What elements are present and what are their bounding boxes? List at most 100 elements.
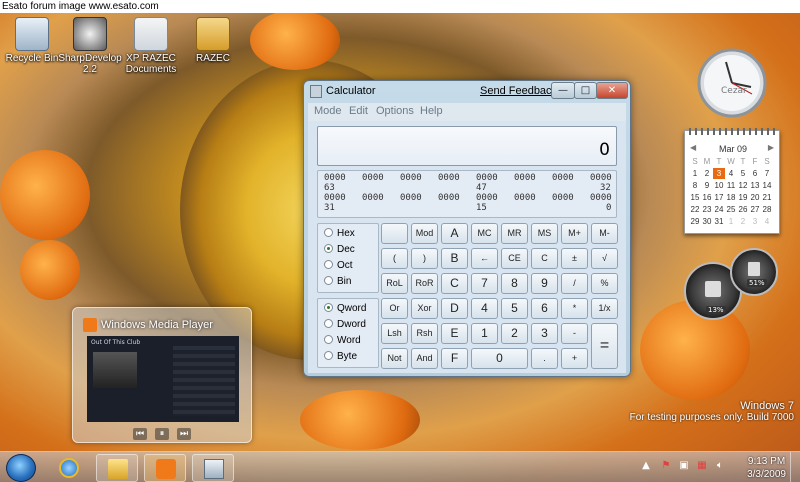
key-d-button[interactable]: D [441,298,468,319]
bit-group[interactable]: 0000 [324,173,346,183]
taskbar-clock[interactable]: 9:13 PM 3/3/2009 [747,455,786,481]
radio-dec[interactable]: Dec [324,244,355,255]
key-not-button[interactable]: Not [381,348,408,369]
key-c-button[interactable]: C [531,248,558,269]
key-rsh-button[interactable]: Rsh [411,323,438,344]
key-c-button[interactable]: C [441,273,468,294]
key-ce-button[interactable]: CE [501,248,528,269]
device-icon[interactable]: ▣ [678,460,690,472]
key-multiply-button[interactable]: * [561,298,588,319]
bit-group[interactable]: 0000 [514,173,536,183]
calendar-day[interactable]: 30 [701,216,713,227]
key-0-button[interactable]: 0 [471,348,528,369]
key-9-button[interactable]: 9 [531,273,558,294]
bit-group[interactable]: 0000 [476,173,498,183]
key-5-button[interactable]: 5 [501,298,528,319]
key-plus-button[interactable]: + [561,348,588,369]
key-xor-button[interactable]: Xor [411,298,438,319]
bit-group[interactable]: 0000 [362,173,384,183]
key-blank-button[interactable] [381,223,408,244]
key-mc-button[interactable]: MC [471,223,498,244]
memory-meter[interactable]: 51% [730,248,778,296]
bit-group[interactable]: 0000 [590,173,612,183]
key-1-button[interactable]: 1 [471,323,498,344]
bit-group[interactable]: 0000 [514,193,536,203]
next-track-button[interactable]: ⏭ [177,428,191,440]
radio-byte[interactable]: Byte [324,351,357,362]
desktop-icon-razec[interactable]: RAZEC [180,17,246,64]
taskbar-internet-explorer[interactable] [48,454,90,482]
taskbar-windows-explorer[interactable] [96,454,138,482]
start-button[interactable] [6,454,36,482]
key-rparen-button[interactable]: ) [411,248,438,269]
media-player-preview[interactable]: Windows Media Player Out Of This Club ⏮ … [72,307,252,443]
key-equals-button[interactable]: = [591,323,618,369]
volume-icon[interactable]: 🔈︎ [714,460,726,472]
calendar-day[interactable]: 2 [737,216,749,227]
minimize-button[interactable]: — [551,82,575,99]
calendar-day[interactable]: 2 [701,168,713,179]
calendar-day[interactable]: 21 [761,192,773,203]
bit-group[interactable]: 0000 [476,193,498,203]
key-mminus-button[interactable]: M- [591,223,618,244]
key-ms-button[interactable]: MS [531,223,558,244]
calendar-day[interactable]: 22 [689,204,701,215]
key-lparen-button[interactable]: ( [381,248,408,269]
bit-group[interactable]: 0000 [552,173,574,183]
key-8-button[interactable]: 8 [501,273,528,294]
key-b-button[interactable]: B [441,248,468,269]
taskbar-media-player[interactable] [144,454,186,482]
radio-hex[interactable]: Hex [324,228,355,239]
key-7-button[interactable]: 7 [471,273,498,294]
key-percent-button[interactable]: % [591,273,618,294]
pause-button[interactable]: ⏸ [155,428,169,440]
key-divide-button[interactable]: / [561,273,588,294]
key-plusminus-button[interactable]: ± [561,248,588,269]
radio-dword[interactable]: Dword [324,319,366,330]
menu-options[interactable]: Options [376,105,414,117]
calendar-day[interactable]: 26 [737,204,749,215]
calendar-day[interactable]: 7 [761,168,773,179]
calendar-day[interactable]: 3 [713,168,725,179]
radio-bin[interactable]: Bin [324,276,351,287]
desktop-icon-recycle-bin[interactable]: Recycle Bin [0,17,65,64]
calendar-day[interactable]: 9 [701,180,713,191]
calendar-day[interactable]: 8 [689,180,701,191]
bit-group[interactable]: 0000 [590,193,612,203]
calendar-day[interactable]: 11 [725,180,737,191]
key-2-button[interactable]: 2 [501,323,528,344]
key-mplus-button[interactable]: M+ [561,223,588,244]
key-f-button[interactable]: F [441,348,468,369]
calendar-day[interactable]: 4 [761,216,773,227]
key-decimal-button[interactable]: . [531,348,558,369]
desktop-icon-xp-razec-documents[interactable]: XP RAZEC Documents [118,17,184,75]
key-minus-button[interactable]: - [561,323,588,344]
calendar-day[interactable]: 15 [689,192,701,203]
calendar-day[interactable]: 5 [737,168,749,179]
calendar-day[interactable]: 6 [749,168,761,179]
key-mod-button[interactable]: Mod [411,223,438,244]
calendar-day[interactable]: 1 [725,216,737,227]
bit-group[interactable]: 0000 [362,193,384,203]
calendar-day[interactable]: 28 [761,204,773,215]
key-1dividex-button[interactable]: 1/x [591,298,618,319]
calculator-titlebar[interactable]: Calculator Send Feedback — □ ✕ [304,81,630,103]
radio-qword[interactable]: Qword [324,303,366,314]
bit-group[interactable]: 0000 [438,173,460,183]
radio-oct[interactable]: Oct [324,260,353,271]
action-center-flag-icon[interactable]: ⚑ [660,460,672,472]
key-lsh-button[interactable]: Lsh [381,323,408,344]
previous-track-button[interactable]: ⏮ [133,428,147,440]
media-player-thumbnail[interactable]: Out Of This Club [87,336,239,422]
calendar-day[interactable]: 25 [725,204,737,215]
menu-edit[interactable]: Edit [349,105,368,117]
show-desktop-button[interactable] [790,452,800,482]
calendar-day[interactable]: 29 [689,216,701,227]
calendar-day[interactable]: 3 [749,216,761,227]
show-hidden-icons-icon[interactable]: ▲ [640,460,652,472]
calendar-day[interactable]: 18 [725,192,737,203]
key-4-button[interactable]: 4 [471,298,498,319]
bit-group[interactable]: 0000 [324,193,346,203]
maximize-button[interactable]: □ [574,82,597,99]
bit-group[interactable]: 0000 [400,193,422,203]
